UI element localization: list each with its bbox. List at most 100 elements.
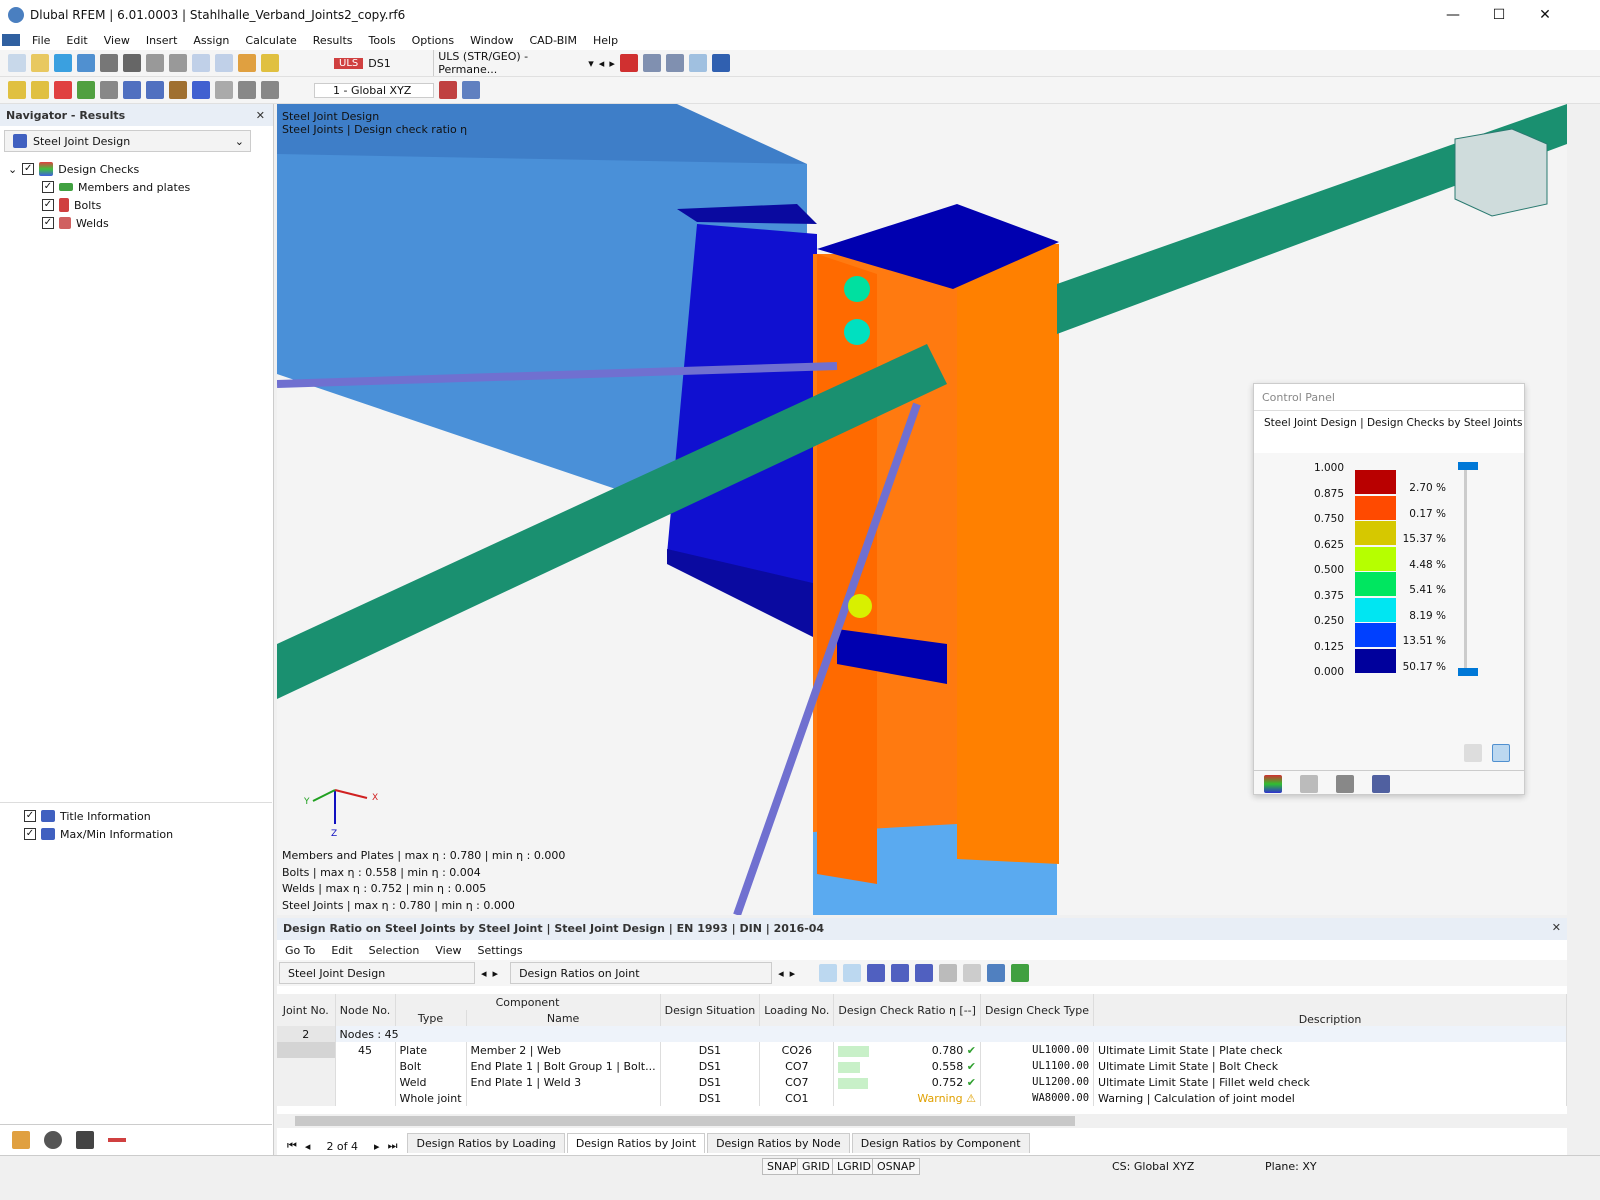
align2-icon[interactable] bbox=[261, 81, 279, 99]
frame-icon[interactable] bbox=[169, 81, 187, 99]
filter-tab-icon[interactable] bbox=[1372, 775, 1390, 793]
table-icon[interactable] bbox=[939, 964, 958, 982]
horizontal-scrollbar[interactable] bbox=[277, 1114, 1567, 1128]
grid-view-icon[interactable] bbox=[462, 81, 480, 99]
wave-icon[interactable] bbox=[192, 81, 210, 99]
close-icon[interactable]: ✕ bbox=[256, 109, 265, 122]
next-icon[interactable]: ▸ bbox=[609, 57, 615, 70]
menu-results[interactable]: Results bbox=[305, 34, 361, 47]
view-icon[interactable] bbox=[688, 54, 707, 72]
select-icon[interactable] bbox=[819, 964, 838, 982]
close-icon[interactable]: ✕ bbox=[1552, 921, 1561, 934]
video-icon[interactable] bbox=[76, 1131, 94, 1149]
list-icon[interactable] bbox=[1336, 775, 1354, 793]
scrollbar-thumb[interactable] bbox=[295, 1116, 1075, 1126]
filter-icon[interactable] bbox=[987, 964, 1006, 982]
coordinate-system-select[interactable]: 1 - Global XYZ bbox=[314, 82, 434, 98]
result-icon[interactable] bbox=[891, 964, 910, 982]
support-icon[interactable] bbox=[77, 81, 95, 99]
menu-edit[interactable]: Edit bbox=[58, 34, 95, 47]
filter-icon[interactable] bbox=[619, 54, 638, 72]
menu-selection[interactable]: Selection bbox=[369, 944, 420, 957]
menu-file[interactable]: File bbox=[24, 34, 58, 47]
member-icon[interactable] bbox=[867, 964, 886, 982]
collapse-icon[interactable]: ⌄ bbox=[8, 163, 17, 176]
tree-item-bolts[interactable]: ✓ Bolts bbox=[8, 196, 273, 214]
maximize-button[interactable]: ☐ bbox=[1476, 0, 1522, 30]
snap-icon[interactable] bbox=[8, 81, 26, 99]
menu-options[interactable]: Options bbox=[404, 34, 462, 47]
next-icon[interactable]: ▸ bbox=[790, 967, 796, 980]
table-row[interactable]: Whole joint DS1 CO1 Warning ⚠ WA8000.00 … bbox=[277, 1090, 1567, 1106]
section-icon[interactable] bbox=[238, 54, 256, 72]
group-row[interactable]: 2 Nodes : 45 bbox=[277, 1026, 1567, 1042]
osnap-toggle[interactable]: OSNAP bbox=[872, 1158, 921, 1175]
tab-design-ratios-by-loading[interactable]: Design Ratios by Loading bbox=[407, 1133, 565, 1153]
menu-cad-bim[interactable]: CAD-BIM bbox=[521, 34, 585, 47]
checkbox[interactable]: ✓ bbox=[22, 163, 35, 175]
results-icon[interactable] bbox=[261, 54, 279, 72]
checkbox[interactable]: ✓ bbox=[42, 199, 54, 211]
menu-edit[interactable]: Edit bbox=[331, 944, 352, 957]
new-icon[interactable] bbox=[8, 54, 26, 72]
tree-item-design-checks[interactable]: ⌄ ✓ Design Checks bbox=[8, 160, 273, 178]
tree-item-welds[interactable]: ✓ Welds bbox=[8, 214, 273, 232]
table-row[interactable]: Bolt End Plate 1 | Bolt Group 1 | Bolt..… bbox=[277, 1058, 1567, 1074]
design-situation[interactable]: DS1 bbox=[368, 57, 428, 70]
slider-handle-bottom[interactable] bbox=[1458, 668, 1478, 676]
lgrid-toggle[interactable]: LGRID bbox=[832, 1158, 877, 1175]
table-row[interactable]: 45 Plate Member 2 | Web DS1 CO26 0.780 ✔… bbox=[277, 1042, 1567, 1058]
menu-insert[interactable]: Insert bbox=[138, 34, 186, 47]
item-maxmin-information[interactable]: ✓ Max/Min Information bbox=[24, 825, 272, 843]
module-dropdown[interactable]: Steel Joint Design bbox=[279, 962, 475, 984]
table-row[interactable]: Weld End Plate 1 | Weld 3 DS1 CO7 0.752 … bbox=[277, 1074, 1567, 1090]
tab-design-ratios-by-node[interactable]: Design Ratios by Node bbox=[707, 1133, 850, 1153]
settings-icon[interactable] bbox=[1464, 744, 1482, 762]
values-icon[interactable] bbox=[665, 54, 684, 72]
scale-icon[interactable] bbox=[1492, 744, 1510, 762]
table-type-dropdown[interactable]: Design Ratios on Joint bbox=[510, 962, 773, 984]
menu-tools[interactable]: Tools bbox=[361, 34, 404, 47]
surface-icon[interactable] bbox=[146, 81, 164, 99]
checkbox[interactable]: ✓ bbox=[42, 217, 54, 229]
camera-icon[interactable] bbox=[215, 81, 233, 99]
redo-icon[interactable] bbox=[169, 54, 187, 72]
model-icon[interactable] bbox=[77, 54, 95, 72]
snap-toggle[interactable]: SNAP bbox=[762, 1158, 802, 1175]
delete-icon[interactable] bbox=[439, 81, 457, 99]
data-tab-icon[interactable] bbox=[12, 1131, 30, 1149]
menu-view[interactable]: View bbox=[96, 34, 138, 47]
align-icon[interactable] bbox=[238, 81, 256, 99]
tab-design-ratios-by-joint[interactable]: Design Ratios by Joint bbox=[566, 1133, 706, 1153]
excel-icon[interactable] bbox=[1011, 964, 1030, 982]
checkbox[interactable]: ✓ bbox=[24, 810, 36, 822]
print-icon[interactable] bbox=[123, 54, 141, 72]
member-icon[interactable] bbox=[54, 81, 72, 99]
menu-view[interactable]: View bbox=[435, 944, 461, 957]
solid-icon[interactable] bbox=[123, 81, 141, 99]
prev-page-icon[interactable]: ◂ bbox=[305, 1140, 311, 1153]
eye-icon[interactable] bbox=[44, 1131, 62, 1149]
undo-icon[interactable] bbox=[146, 54, 164, 72]
values-icon[interactable] bbox=[915, 964, 934, 982]
menu-goto[interactable]: Go To bbox=[285, 944, 315, 957]
checkbox[interactable]: ✓ bbox=[24, 828, 36, 840]
prev-icon[interactable]: ◂ bbox=[599, 57, 605, 70]
dimension-icon[interactable] bbox=[100, 81, 118, 99]
open-icon[interactable] bbox=[31, 54, 49, 72]
results-tab-icon[interactable] bbox=[108, 1131, 126, 1149]
color-scale-tab-icon[interactable] bbox=[1264, 775, 1282, 793]
navigator-dropdown[interactable]: Steel Joint Design ⌄ bbox=[4, 130, 251, 152]
prev-icon[interactable]: ◂ bbox=[481, 967, 487, 980]
next-icon[interactable]: ▸ bbox=[493, 967, 499, 980]
last-page-icon[interactable]: ⏭ bbox=[382, 1139, 406, 1153]
load-combination-select[interactable]: ULS (STR/GEO) - Permane... bbox=[433, 50, 583, 76]
menu-settings[interactable]: Settings bbox=[477, 944, 522, 957]
render-icon[interactable] bbox=[711, 54, 730, 72]
view-cube[interactable] bbox=[1454, 128, 1548, 217]
app-menu-icon[interactable] bbox=[2, 34, 20, 46]
menu-assign[interactable]: Assign bbox=[185, 34, 237, 47]
display-icon[interactable] bbox=[642, 54, 661, 72]
menu-help[interactable]: Help bbox=[585, 34, 626, 47]
slider-handle-top[interactable] bbox=[1458, 462, 1478, 470]
